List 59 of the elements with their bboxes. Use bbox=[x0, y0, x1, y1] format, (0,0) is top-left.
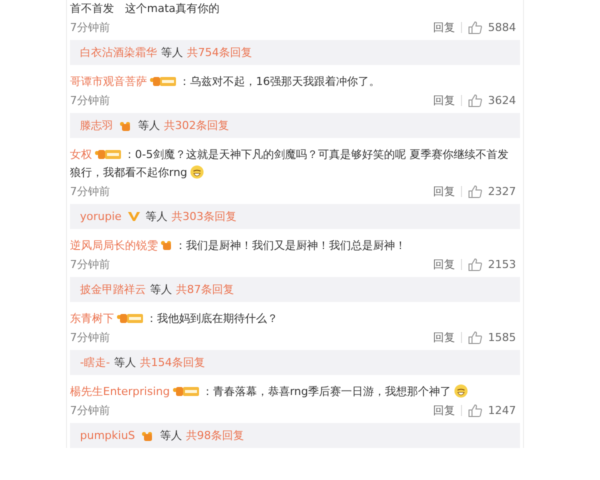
reply-count-link[interactable]: 共154条回复 bbox=[140, 355, 205, 370]
timestamp: 7分钟前 bbox=[70, 402, 110, 418]
user-name[interactable]: 女权 bbox=[70, 148, 92, 161]
thumbs-up-icon[interactable] bbox=[468, 330, 482, 344]
like-count: 1247 bbox=[488, 404, 516, 416]
reply-link[interactable]: 回复 bbox=[433, 20, 455, 34]
user-name[interactable]: 楊先生Enterprising bbox=[70, 385, 170, 398]
replies-bar[interactable]: 滕志羽 等人 共302条回复 bbox=[70, 113, 520, 138]
reply-link[interactable]: 回复 bbox=[433, 402, 455, 418]
reply-user-name[interactable]: pumpkiuS bbox=[80, 429, 136, 442]
comment-text: 哥谭市观音菩萨 ：乌兹对不起，16强那天我跟着冲你了。 bbox=[70, 74, 381, 90]
reply-count-link[interactable]: 共98条回复 bbox=[186, 428, 244, 443]
others-label: 等人 bbox=[138, 118, 160, 133]
others-label: 等人 bbox=[114, 355, 136, 370]
comment-text: 楊先生Enterprising ：青春落幕，恭喜rng季后赛一日游，我想那个神了 bbox=[70, 383, 510, 401]
reply-user-name[interactable]: -瞎走- bbox=[80, 355, 110, 370]
replies-bar[interactable]: 白衣沾酒染霜华 等人 共754条回复 bbox=[70, 40, 520, 65]
timestamp: 7分钟前 bbox=[70, 20, 110, 34]
timestamp: 7分钟前 bbox=[70, 184, 110, 198]
thumbs-up-icon[interactable] bbox=[468, 94, 482, 106]
reply-link[interactable]: 回复 bbox=[433, 92, 455, 108]
like-count: 3624 bbox=[488, 94, 516, 106]
others-label: 等人 bbox=[146, 209, 168, 224]
timestamp: 7分钟前 bbox=[70, 256, 110, 272]
replies-bar[interactable]: yorupie 等人 共303条回复 bbox=[70, 204, 520, 229]
others-label: 等人 bbox=[161, 45, 183, 60]
comment-text: 逆风局局长的锐雯 ：我们是厨神！我们又是厨神！我们总是厨神！ bbox=[70, 238, 407, 254]
like-count: 2153 bbox=[488, 258, 516, 270]
user-name[interactable]: 东青树下 bbox=[70, 312, 114, 325]
thumbs-up-icon[interactable] bbox=[468, 184, 482, 198]
reply-count-link[interactable]: 共303条回复 bbox=[172, 209, 237, 224]
others-label: 等人 bbox=[150, 282, 172, 297]
thumbs-up-icon[interactable] bbox=[468, 404, 482, 416]
like-count: 5884 bbox=[488, 20, 516, 34]
replies-bar[interactable]: -瞎走- 等人 共154条回复 bbox=[70, 350, 520, 375]
thumbs-up-icon[interactable] bbox=[468, 258, 482, 270]
reply-link[interactable]: 回复 bbox=[433, 184, 455, 198]
reply-count-link[interactable]: 共87条回复 bbox=[176, 282, 234, 297]
user-name[interactable]: 哥谭市观音菩萨 bbox=[70, 75, 147, 88]
replies-bar[interactable]: 披金甲踏祥云 等人 共87条回复 bbox=[70, 277, 520, 302]
thumbs-up-icon[interactable] bbox=[468, 20, 482, 34]
comment-text: 东青树下 ：我他妈到底在期待什么？ bbox=[70, 311, 279, 327]
comment-text: 女权 ：0-5剑魔？这就是天神下凡的剑魔吗？可真是够好笑的呢 夏季赛你继续不首发狼行，我都看不起你rng bbox=[70, 147, 510, 181]
others-label: 等人 bbox=[160, 428, 182, 443]
like-count: 2327 bbox=[488, 184, 516, 198]
replies-bar[interactable]: pumpkiuS 等人 共98条回复 bbox=[70, 423, 520, 448]
reply-user-name[interactable]: 披金甲踏祥云 bbox=[80, 282, 146, 297]
user-name[interactable]: 逆风局局长的锐雯 bbox=[70, 239, 158, 252]
reply-link[interactable]: 回复 bbox=[433, 256, 455, 272]
comment-text: 首不首发 这个mata真有你的 bbox=[70, 1, 221, 17]
reply-count-link[interactable]: 共302条回复 bbox=[164, 118, 229, 133]
reply-user-name[interactable]: 滕志羽 bbox=[80, 118, 113, 133]
timestamp: 7分钟前 bbox=[70, 92, 110, 108]
like-count: 1585 bbox=[488, 330, 516, 344]
reply-link[interactable]: 回复 bbox=[433, 330, 455, 344]
reply-user-name[interactable]: 白衣沾酒染霜华 bbox=[80, 45, 157, 60]
timestamp: 7分钟前 bbox=[70, 330, 110, 344]
reply-count-link[interactable]: 共754条回复 bbox=[187, 45, 252, 60]
reply-user-name[interactable]: yorupie bbox=[80, 210, 122, 223]
